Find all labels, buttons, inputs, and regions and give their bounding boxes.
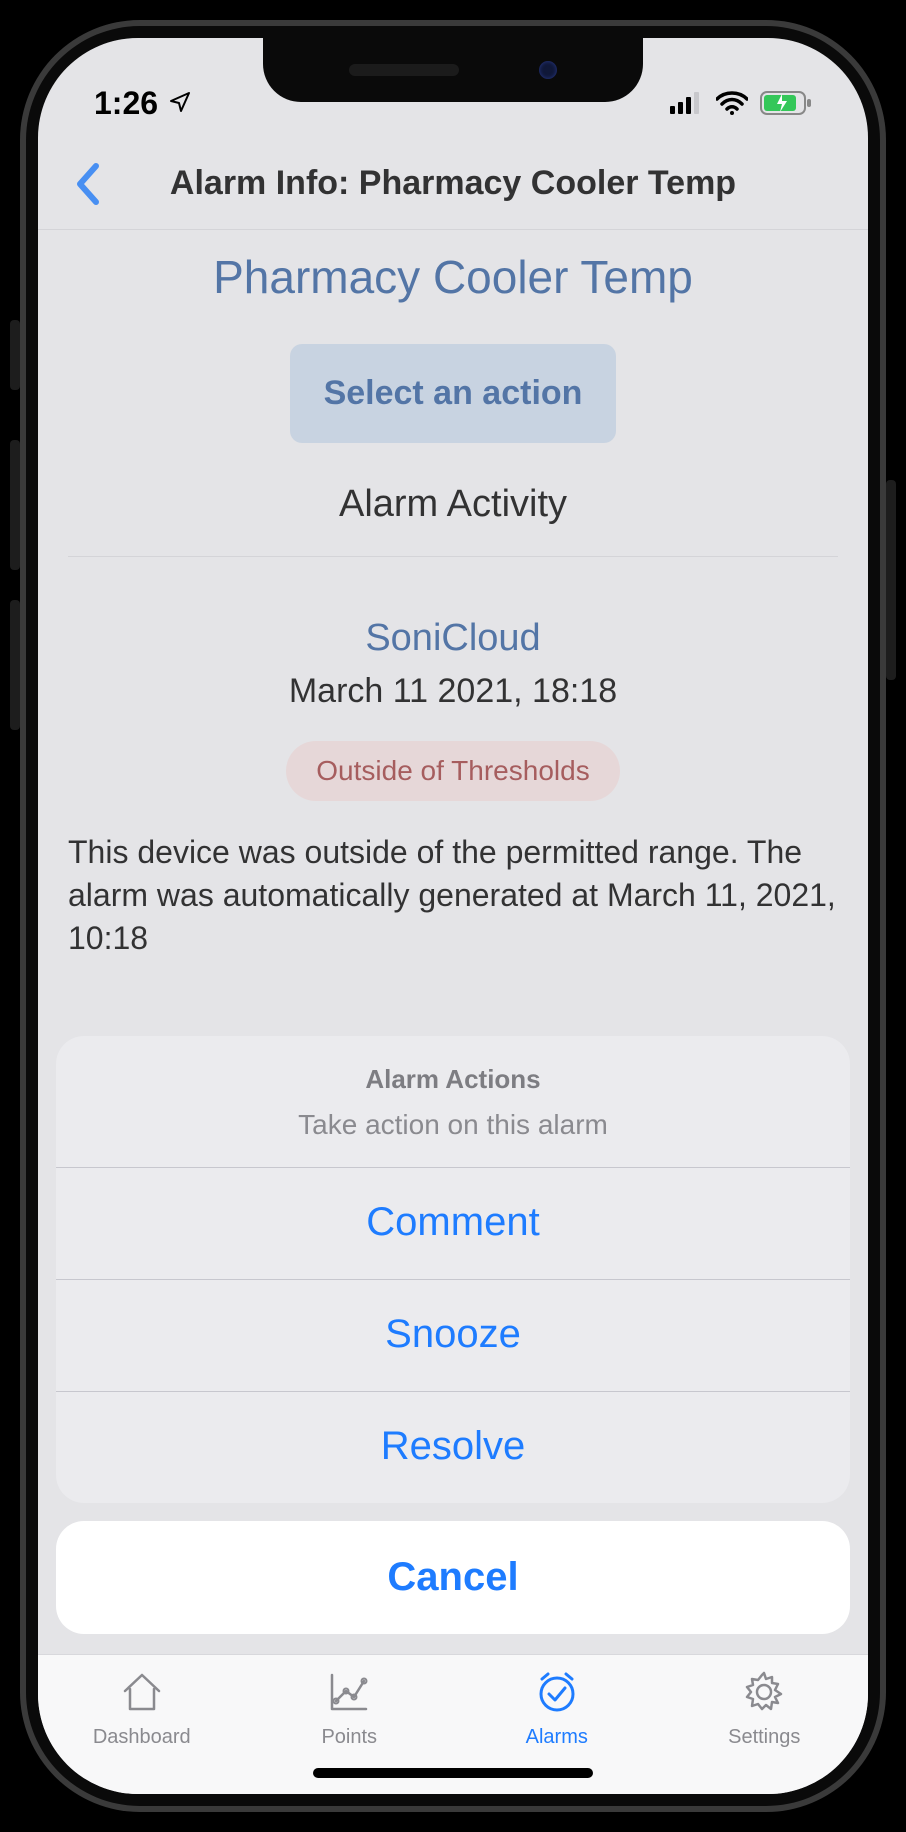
action-comment-button[interactable]: Comment [56, 1167, 850, 1279]
cellular-icon [670, 92, 704, 114]
tab-dashboard[interactable]: Dashboard [38, 1655, 246, 1794]
event-source: SoniCloud [68, 617, 838, 660]
sensor-name: Pharmacy Cooler Temp [68, 250, 838, 304]
action-sheet-subtitle: Take action on this alarm [76, 1109, 830, 1141]
action-sheet: Alarm Actions Take action on this alarm … [56, 1036, 850, 1634]
cancel-button[interactable]: Cancel [56, 1521, 850, 1634]
home-indicator[interactable] [313, 1768, 593, 1778]
wifi-icon [716, 91, 748, 115]
tab-label: Dashboard [93, 1726, 191, 1749]
tab-label: Points [321, 1726, 377, 1749]
home-icon [119, 1669, 165, 1720]
tab-label: Settings [728, 1726, 800, 1749]
nav-title: Alarm Info: Pharmacy Cooler Temp [58, 164, 848, 203]
activity-heading: Alarm Activity [68, 483, 838, 557]
status-time: 1:26 [94, 85, 158, 122]
nav-header: Alarm Info: Pharmacy Cooler Temp [38, 138, 868, 230]
location-icon [168, 85, 192, 122]
battery-icon [760, 91, 812, 115]
alarm-icon [534, 1669, 580, 1720]
gear-icon [741, 1669, 787, 1720]
tab-settings[interactable]: Settings [661, 1655, 869, 1794]
action-sheet-title: Alarm Actions [76, 1064, 830, 1095]
tab-label: Alarms [526, 1726, 588, 1749]
action-resolve-button[interactable]: Resolve [56, 1391, 850, 1503]
action-snooze-button[interactable]: Snooze [56, 1279, 850, 1391]
event-body: This device was outside of the permitted… [68, 831, 838, 961]
select-action-button[interactable]: Select an action [290, 344, 617, 443]
event-timestamp: March 11 2021, 18:18 [68, 672, 838, 711]
status-badge: Outside of Thresholds [286, 741, 619, 801]
chart-icon [326, 1669, 372, 1720]
